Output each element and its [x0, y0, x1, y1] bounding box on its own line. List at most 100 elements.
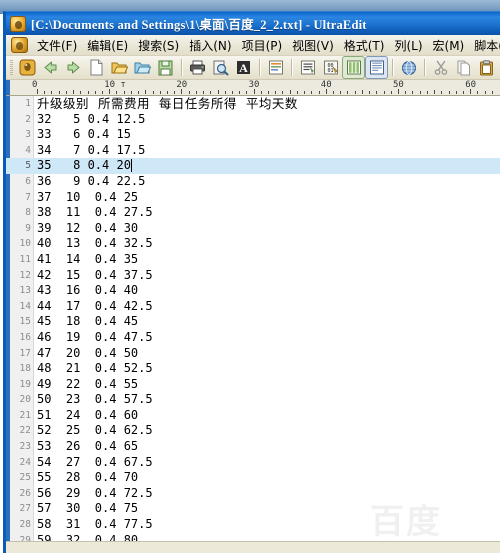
toolbar-copy[interactable] [453, 57, 474, 78]
line-text[interactable]: 43 16 0.4 40 [37, 283, 138, 299]
menu-file[interactable]: 文件(F) [32, 35, 82, 56]
menu-column[interactable]: 列(L) [389, 35, 427, 56]
editor-line[interactable]: 18 48 21 0.4 52.5 [6, 361, 500, 377]
line-text[interactable]: 50 23 0.4 57.5 [37, 392, 153, 408]
editor-line[interactable]: 21 51 24 0.4 60 [6, 408, 500, 424]
menu-format[interactable]: 格式(T) [339, 35, 390, 56]
line-text[interactable]: 56 29 0.4 72.5 [37, 486, 153, 502]
menu-search[interactable]: 搜索(S) [133, 35, 184, 56]
line-text[interactable]: 32 5 0.4 12.5 [37, 112, 145, 128]
ruler-label: 20 [176, 80, 188, 90]
toolbar-word-wrap[interactable] [265, 57, 286, 78]
ruler-tick [434, 90, 436, 94]
ruler-tick [138, 91, 140, 94]
editor-line[interactable]: 12 42 15 0.4 37.5 [6, 268, 500, 284]
toolbar-new-file[interactable] [86, 57, 107, 78]
toolbar-drag-handle[interactable] [10, 59, 13, 76]
toolbar-app-logo[interactable] [17, 57, 38, 78]
editor-line[interactable]: 2 32 5 0.4 12.5 [6, 112, 500, 128]
ruler-tick [376, 91, 378, 94]
toolbar-back[interactable] [40, 57, 61, 78]
editor-line[interactable]: 3 33 6 0.4 15 [6, 127, 500, 143]
toolbar-web-search[interactable] [398, 57, 419, 78]
line-text[interactable]: 53 26 0.4 65 [37, 439, 138, 455]
menu-view[interactable]: 视图(V) [287, 35, 339, 56]
menu-macro[interactable]: 宏(M) [428, 35, 470, 56]
editor-line[interactable]: 1 升级级别 所需费用 每日任务所得 平均天数 [6, 96, 500, 112]
line-text[interactable]: 36 9 0.4 22.5 [37, 174, 145, 190]
editor-line[interactable]: 13 43 16 0.4 40 [6, 283, 500, 299]
line-text[interactable]: 40 13 0.4 32.5 [37, 236, 153, 252]
line-text[interactable]: 33 6 0.4 15 [37, 127, 131, 143]
line-text[interactable]: 34 7 0.4 17.5 [37, 143, 145, 159]
editor-line[interactable]: 6 36 9 0.4 22.5 [6, 174, 500, 190]
editor-line[interactable]: 5 35 8 0.4 20 [6, 158, 500, 174]
toolbar-paste[interactable] [476, 57, 497, 78]
toolbar-font[interactable]: A [233, 57, 254, 78]
menu-script[interactable]: 脚本(i) [469, 35, 500, 56]
line-text[interactable]: 41 14 0.4 35 [37, 252, 138, 268]
line-text[interactable]: 58 31 0.4 77.5 [37, 517, 153, 533]
toolbar-open-file[interactable] [109, 57, 130, 78]
text-lines[interactable]: 1 升级级别 所需费用 每日任务所得 平均天数 2 32 5 0.4 12.5 3 33 … [6, 96, 500, 548]
ruler-tick [304, 91, 306, 94]
editor-line[interactable]: 4 34 7 0.4 17.5 [6, 143, 500, 159]
toolbar-save[interactable] [155, 57, 176, 78]
editor-line[interactable]: 17 47 20 0.4 50 [6, 346, 500, 362]
title-bar[interactable]: [C:\Documents and Settings\1\桌面\百度_2_2.t… [6, 12, 500, 35]
editor-line[interactable]: 10 40 13 0.4 32.5 [6, 236, 500, 252]
ruler-tick [426, 91, 428, 94]
line-text[interactable]: 35 8 0.4 20 [37, 158, 131, 174]
toolbar-cut[interactable] [430, 57, 451, 78]
line-text[interactable]: 51 24 0.4 60 [37, 408, 138, 424]
ruler-tick [477, 91, 479, 94]
editor-line[interactable]: 24 54 27 0.4 67.5 [6, 455, 500, 471]
line-number: 17 [19, 347, 31, 359]
line-text[interactable]: 42 15 0.4 37.5 [37, 268, 153, 284]
editor-line[interactable]: 8 38 11 0.4 27.5 [6, 205, 500, 221]
editor-line[interactable]: 25 55 28 0.4 70 [6, 470, 500, 486]
toolbar-page-view[interactable] [365, 56, 388, 79]
menu-insert[interactable]: 插入(N) [184, 35, 236, 56]
line-text[interactable]: 46 19 0.4 47.5 [37, 330, 153, 346]
line-text[interactable]: 52 25 0.4 62.5 [37, 423, 153, 439]
toolbar-print-preview[interactable] [210, 57, 231, 78]
editor-line[interactable]: 16 46 19 0.4 47.5 [6, 330, 500, 346]
editor-line[interactable]: 22 52 25 0.4 62.5 [6, 423, 500, 439]
editor-line[interactable]: 7 37 10 0.4 25 [6, 190, 500, 206]
toolbar-column-mode[interactable] [342, 56, 365, 79]
line-text[interactable]: 45 18 0.4 45 [37, 314, 138, 330]
menu-project[interactable]: 项目(P) [237, 35, 288, 56]
toolbar-hex-edit[interactable]: 00 01 [320, 57, 341, 78]
editor-line[interactable]: 26 56 29 0.4 72.5 [6, 486, 500, 502]
editor-line[interactable]: 19 49 22 0.4 55 [6, 377, 500, 393]
text-editor-area[interactable]: 1 升级级别 所需费用 每日任务所得 平均天数 2 32 5 0.4 12.5 3 33 … [6, 96, 500, 553]
ruler-tick [347, 91, 349, 94]
line-text[interactable]: 升级级别 所需费用 每日任务所得 平均天数 [37, 96, 298, 112]
editor-line[interactable]: 28 58 31 0.4 77.5 [6, 517, 500, 533]
toolbar-print[interactable] [187, 57, 208, 78]
line-text[interactable]: 49 22 0.4 55 [37, 377, 138, 393]
line-text[interactable]: 48 21 0.4 52.5 [37, 361, 153, 377]
editor-line[interactable]: 9 39 12 0.4 30 [6, 221, 500, 237]
toolbar-forward[interactable] [63, 57, 84, 78]
ruler-tick [224, 91, 226, 94]
editor-line[interactable]: 15 45 18 0.4 45 [6, 314, 500, 330]
line-text[interactable]: 55 28 0.4 70 [37, 470, 138, 486]
editor-line[interactable]: 11 41 14 0.4 35 [6, 252, 500, 268]
line-text[interactable]: 57 30 0.4 75 [37, 501, 138, 517]
document-menu-icon[interactable] [11, 37, 28, 53]
line-text[interactable]: 39 12 0.4 30 [37, 221, 138, 237]
menu-edit[interactable]: 编辑(E) [82, 35, 133, 56]
line-text[interactable]: 44 17 0.4 42.5 [37, 299, 153, 315]
line-text[interactable]: 54 27 0.4 67.5 [37, 455, 153, 471]
editor-line[interactable]: 27 57 30 0.4 75 [6, 501, 500, 517]
line-text[interactable]: 47 20 0.4 50 [37, 346, 138, 362]
line-text[interactable]: 38 11 0.4 27.5 [37, 205, 153, 221]
editor-line[interactable]: 23 53 26 0.4 65 [6, 439, 500, 455]
editor-line[interactable]: 14 44 17 0.4 42.5 [6, 299, 500, 315]
line-text[interactable]: 37 10 0.4 25 [37, 190, 138, 206]
toolbar-open-recent[interactable] [132, 57, 153, 78]
toolbar-show-lines[interactable] [297, 57, 318, 78]
editor-line[interactable]: 20 50 23 0.4 57.5 [6, 392, 500, 408]
